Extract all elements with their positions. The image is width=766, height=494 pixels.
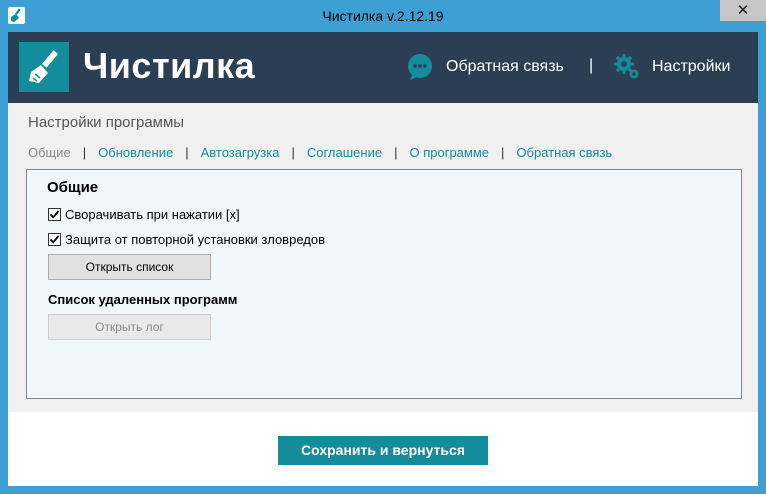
title-bar[interactable]: Чистилка v.2.12.19 ✕ [0,0,766,32]
tab-general[interactable]: Общие [28,145,71,160]
reinstall-protection-checkbox[interactable] [48,233,61,246]
panel-heading: Общие [47,179,99,196]
minimize-on-close-option[interactable]: Сворачивать при нажатии [x] [48,207,240,222]
footer: Сохранить и вернуться [8,412,758,486]
brand-title: Чистилка [83,45,256,86]
header-separator: | [589,57,594,74]
tab-separator: | [82,145,87,160]
chat-bubble-icon [406,53,434,81]
checkmark-icon [49,210,60,219]
checkmark-icon [49,235,60,244]
minimize-on-close-label: Сворачивать при нажатии [x] [65,207,240,222]
section-title: Настройки программы [28,114,185,131]
app-window: Чистилка v.2.12.19 ✕ Чистилка Обратная с… [0,0,766,494]
minimize-on-close-checkbox[interactable] [48,208,61,221]
reinstall-protection-option[interactable]: Защита от повторной установки зловредов [48,232,325,247]
tab-agreement[interactable]: Соглашение [307,145,382,160]
tab-feedback[interactable]: Обратная связь [516,145,612,160]
feedback-label: Обратная связь [446,58,564,75]
open-log-button[interactable]: Открыть лог [48,314,211,340]
open-list-button[interactable]: Открыть список [48,254,211,280]
general-settings-panel: Общие Сворачивать при нажатии [x] Защита… [26,169,742,399]
settings-label: Настройки [652,58,731,75]
settings-tabs: Общие | Обновление | Автозагрузка | Согл… [28,145,612,160]
tab-autostart[interactable]: Автозагрузка [201,145,280,160]
feedback-link[interactable]: Обратная связь [406,52,564,82]
settings-link[interactable]: Настройки [613,52,730,82]
removed-programs-heading: Список удаленных программ [48,292,238,307]
reinstall-protection-label: Защита от повторной установки зловредов [65,232,325,247]
tab-separator: | [501,145,505,160]
gear-icon [613,53,641,81]
close-button[interactable]: ✕ [720,0,766,21]
save-and-return-button[interactable]: Сохранить и вернуться [278,436,488,465]
tab-about[interactable]: О программе [409,145,489,160]
tab-separator: | [185,145,189,160]
tab-update[interactable]: Обновление [98,145,173,160]
logo-broom-icon [19,42,69,92]
client-area: Чистилка Обратная связь | Настройки Наст… [8,32,758,486]
tab-separator: | [291,145,295,160]
tab-separator: | [394,145,398,160]
app-header: Чистилка Обратная связь | Настройки [8,32,758,103]
window-title: Чистилка v.2.12.19 [322,8,444,24]
